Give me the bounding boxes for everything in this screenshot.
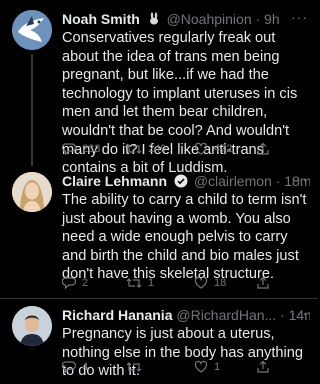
author-name[interactable]: Claire Lehmann — [62, 173, 167, 189]
author-handle[interactable]: @Noahpinion — [167, 11, 252, 27]
heart-icon — [194, 360, 208, 373]
reply-icon — [62, 361, 76, 374]
like-button[interactable]: 472 — [194, 141, 232, 157]
share-icon — [257, 276, 269, 289]
like-button[interactable]: 18 — [194, 275, 226, 291]
person-avatar-icon — [12, 306, 52, 346]
tweet-text: The ability to carry a child to term isn… — [62, 192, 307, 283]
reply-button[interactable]: 2 — [62, 275, 88, 291]
author-handle[interactable]: @clairlemon — [194, 173, 272, 189]
tweet-actions: 233 249 472 — [62, 141, 302, 157]
like-button[interactable]: 1 — [194, 359, 220, 375]
reply-icon — [62, 277, 76, 290]
timeline: Noah Smith @Noahpinion · 9h ··· Conserva… — [0, 0, 318, 384]
retweet-icon — [126, 278, 142, 288]
tweet[interactable]: Noah Smith @Noahpinion · 9h ··· Conserva… — [0, 10, 318, 176]
more-options-icon[interactable]: ··· — [291, 306, 308, 320]
tweet[interactable]: Claire Lehmann @clairlemon · 18m ··· The… — [0, 172, 318, 292]
retweet-button[interactable]: 1 — [126, 275, 154, 291]
timestamp[interactable]: · 9h — [256, 11, 280, 27]
person-avatar-icon — [12, 172, 52, 212]
reply-count: 4 — [82, 361, 89, 373]
avatar-noah-smith[interactable] — [12, 10, 52, 50]
retweet-count: 1 — [148, 277, 155, 289]
thread-line — [31, 54, 33, 166]
like-count: 1 — [214, 361, 221, 373]
reply-count: 233 — [82, 143, 101, 155]
retweet-icon — [126, 144, 142, 154]
heart-icon — [194, 276, 208, 289]
like-count: 18 — [214, 277, 227, 289]
tweet-header: Noah Smith @Noahpinion · 9h — [62, 10, 310, 28]
share-button[interactable] — [256, 359, 270, 375]
rabbit-emoji-icon — [147, 12, 161, 28]
verified-badge-icon — [174, 174, 188, 190]
avatar-richard-hanania[interactable] — [12, 306, 52, 346]
share-button[interactable] — [256, 275, 270, 291]
reply-icon — [62, 143, 76, 156]
divider — [0, 298, 318, 299]
author-handle[interactable]: @RichardHan... — [176, 307, 276, 323]
author-name[interactable]: Richard Hanania — [62, 307, 172, 323]
reply-button[interactable]: 4 — [62, 359, 88, 375]
retweet-button[interactable] — [126, 359, 148, 375]
tweet-actions: 2 1 18 — [62, 275, 302, 291]
tweet[interactable]: Richard Hanania @RichardHan... · 14m ···… — [0, 306, 318, 380]
more-options-icon[interactable]: ··· — [291, 10, 308, 24]
like-count: 472 — [214, 143, 233, 155]
reply-button[interactable]: 233 — [62, 141, 100, 157]
reply-count: 2 — [82, 277, 89, 289]
retweet-button[interactable]: 249 — [126, 141, 166, 157]
retweet-icon — [126, 362, 142, 372]
heart-icon — [194, 142, 208, 155]
bird-avatar-icon — [12, 10, 52, 50]
avatar-claire-lehmann[interactable] — [12, 172, 52, 212]
more-options-icon[interactable]: ··· — [291, 172, 308, 186]
author-name[interactable]: Noah Smith — [62, 11, 140, 27]
tweet-header: Claire Lehmann @clairlemon · 18m — [62, 172, 310, 190]
share-button[interactable] — [256, 141, 270, 157]
tweet-actions: 4 1 — [62, 359, 302, 375]
share-icon — [257, 142, 269, 155]
share-icon — [257, 360, 269, 373]
retweet-count: 249 — [148, 143, 167, 155]
tweet-header: Richard Hanania @RichardHan... · 14m — [62, 306, 310, 324]
